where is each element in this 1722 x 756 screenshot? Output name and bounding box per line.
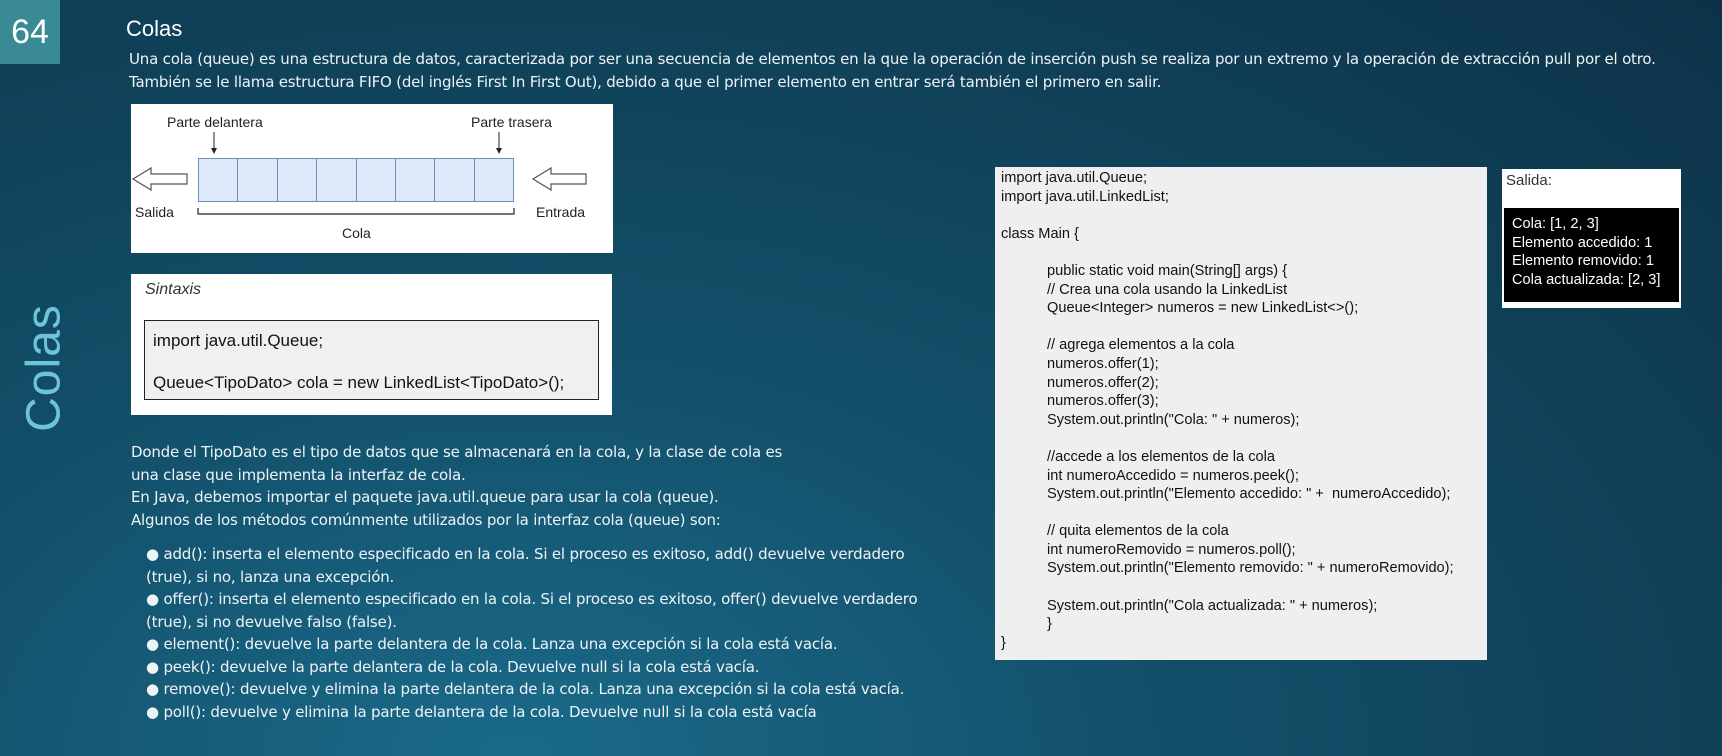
method-line: ● element(): devuelve la parte delantera… <box>146 635 838 653</box>
method-line: ● remove(): devuelve y elimina la parte … <box>146 680 905 698</box>
methods-list: ● add(): inserta el elemento especificad… <box>146 543 966 723</box>
syntax-line: import java.util.Queue; <box>153 331 324 350</box>
method-line: ● peek(): devuelve la parte delantera de… <box>146 657 760 676</box>
queue-cell <box>238 159 278 201</box>
code-line: System.out.println("Elemento removido: "… <box>1047 560 1454 577</box>
code-line: //accede a los elementos de la cola <box>1047 448 1275 465</box>
code-line: // Crea una cola usando la LinkedList <box>1047 281 1288 298</box>
output-line: Cola: [1, 2, 3] <box>1512 216 1599 232</box>
syntax-line: Queue<TipoDato> cola = new LinkedList<Ti… <box>153 373 565 392</box>
queue-label: Cola <box>342 225 371 241</box>
description-line: Algunos de los métodos comúnmente utiliz… <box>131 510 721 529</box>
output-panel: Salida: Cola: [1, 2, 3] Elemento accedid… <box>1502 169 1681 308</box>
method-line: (true), si no devuelve falso (false). <box>146 612 397 631</box>
code-line: System.out.println("Cola: " + numeros); <box>1047 411 1300 428</box>
rear-label: Parte trasera <box>471 114 552 130</box>
code-line: public static void main(String[] args) { <box>1047 262 1288 279</box>
output-line: Cola actualizada: [2, 3] <box>1512 271 1661 288</box>
code-line: System.out.println("Cola actualizada: " … <box>1047 597 1378 614</box>
code-line: numeros.offer(1); <box>1047 355 1159 372</box>
output-line: Elemento removido: 1 <box>1512 253 1654 270</box>
output-heading: Salida: <box>1506 172 1552 189</box>
queue-cell <box>317 159 357 201</box>
page-number-badge: 64 <box>0 0 60 64</box>
description-line: Donde el TipoDato es el tipo de datos qu… <box>131 443 783 461</box>
output-line: Elemento accedido: 1 <box>1512 234 1653 251</box>
code-line: int numeroAccedido = numeros.peek(); <box>1047 467 1299 484</box>
code-line: System.out.println("Elemento accedido: "… <box>1047 486 1451 503</box>
description: Donde el TipoDato es el tipo de datos qu… <box>131 441 831 531</box>
code-line: int numeroRemovido = numeros.poll(); <box>1047 541 1296 558</box>
exit-label: Salida <box>135 204 174 220</box>
side-title: Colas <box>17 304 71 432</box>
queue-cells <box>198 158 514 202</box>
code-line: class Main { <box>1001 225 1079 242</box>
syntax-panel: Sintaxis import java.util.Queue; Queue<T… <box>131 274 612 415</box>
code-line: Queue<Integer> numeros = new LinkedList<… <box>1047 300 1359 317</box>
output-console: Cola: [1, 2, 3] Elemento accedido: 1 Ele… <box>1504 208 1679 302</box>
intro-paragraph: Una cola (queue) es una estructura de da… <box>129 50 1656 91</box>
page-title: Colas <box>126 16 183 41</box>
queue-cell <box>435 159 475 201</box>
code-line: import java.util.Queue; <box>1001 170 1148 186</box>
description-line: una clase que implementa la interfaz de … <box>131 465 466 484</box>
code-line: numeros.offer(2); <box>1047 374 1159 391</box>
method-line: (true), si no, lanza una excepción. <box>146 567 395 586</box>
method-line: ● offer(): inserta el elemento especific… <box>146 590 918 608</box>
entry-label: Entrada <box>536 204 586 220</box>
syntax-code-box: import java.util.Queue; Queue<TipoDato> … <box>144 320 599 400</box>
queue-cell <box>474 159 513 201</box>
code-line: // quita elementos de la cola <box>1047 523 1229 540</box>
queue-cell <box>356 159 396 201</box>
code-line: // agrega elementos a la cola <box>1047 337 1235 354</box>
syntax-heading: Sintaxis <box>145 281 202 298</box>
description-line: En Java, debemos importar el paquete jav… <box>131 488 719 506</box>
queue-diagram: Parte delantera Parte trasera Salida Ent… <box>131 104 613 253</box>
method-line: ● poll(): devuelve y elimina la parte de… <box>146 702 817 721</box>
method-line: ● add(): inserta el elemento especificad… <box>146 545 905 563</box>
code-line: } <box>1001 634 1006 651</box>
front-label: Parte delantera <box>167 114 263 130</box>
queue-cell <box>395 159 436 201</box>
code-line: } <box>1047 616 1052 633</box>
code-line: numeros.offer(3); <box>1047 393 1159 410</box>
code-panel: import java.util.Queue; import java.util… <box>995 167 1487 660</box>
code-line: import java.util.LinkedList; <box>1001 188 1169 205</box>
queue-cell <box>199 159 239 201</box>
queue-cell <box>277 159 318 201</box>
